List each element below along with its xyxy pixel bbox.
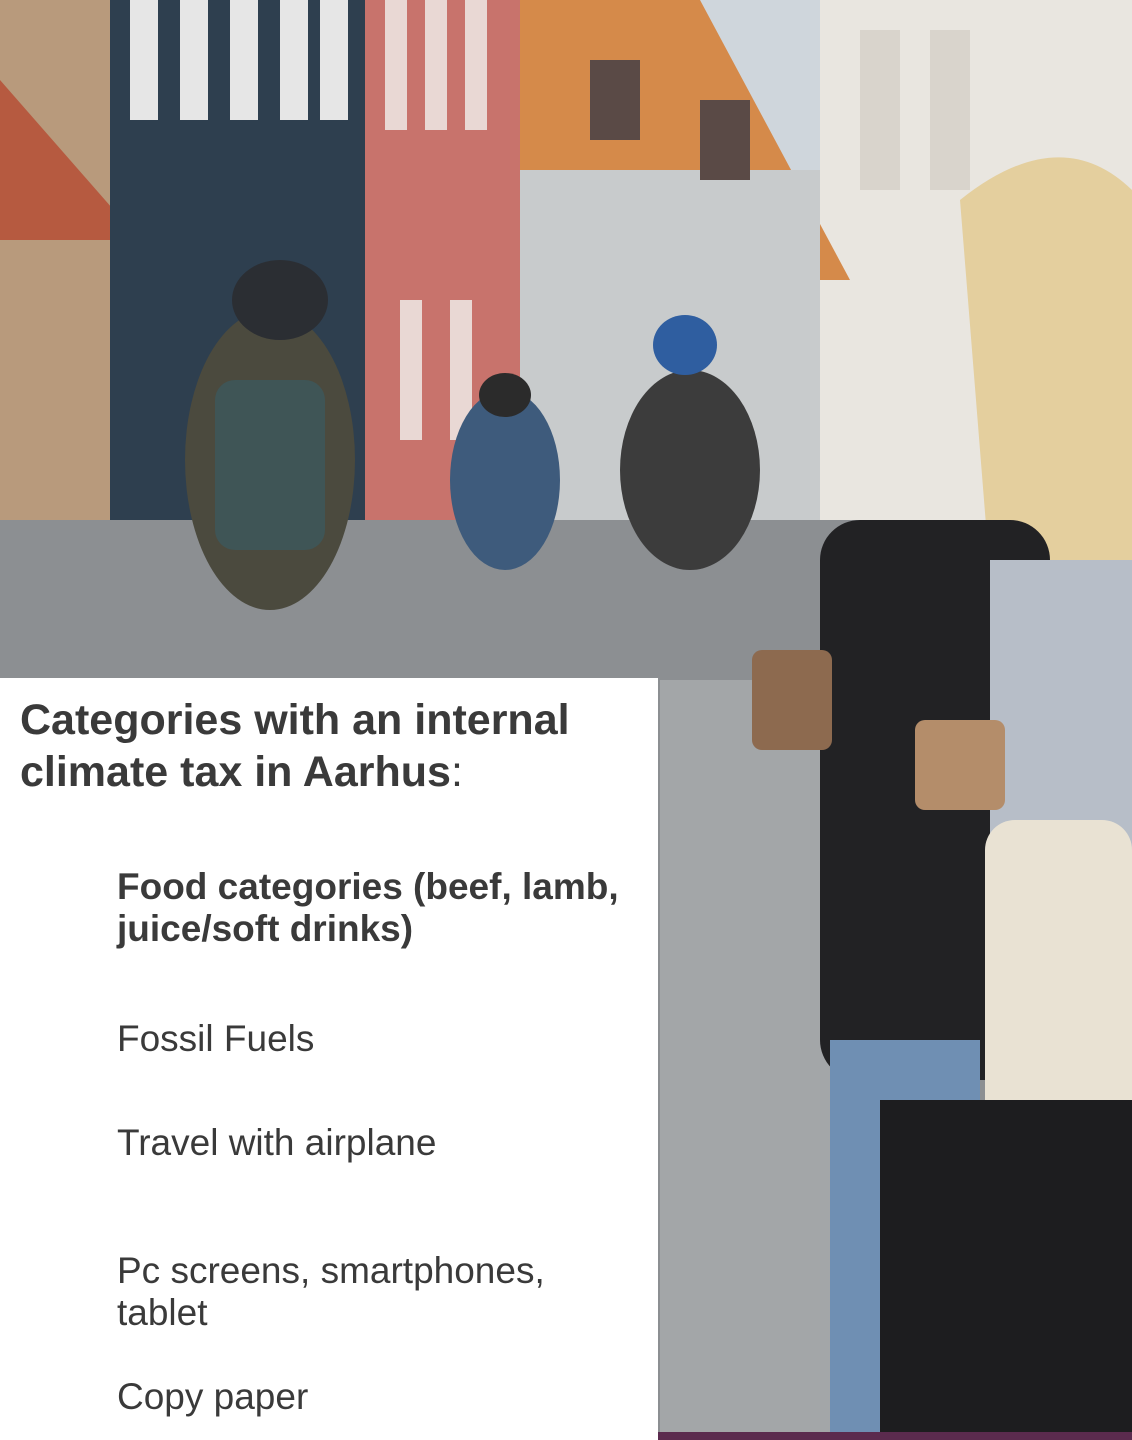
list-item: Food categories (beef, lamb, juice/soft … <box>117 866 619 949</box>
panel-heading: Categories with an internal climate tax … <box>20 694 650 798</box>
list-item: Pc screens, smartphones, tablet <box>117 1250 545 1333</box>
heading-suffix: : <box>450 748 463 796</box>
accent-bar <box>658 1432 1132 1440</box>
heading-bold: Categories with an internal climate tax … <box>20 696 570 796</box>
list-item: Fossil Fuels <box>117 1018 315 1059</box>
list-item: Copy paper <box>117 1376 309 1417</box>
content-panel: Categories with an internal climate tax … <box>0 678 658 1440</box>
list-item: Travel with airplane <box>117 1122 437 1163</box>
